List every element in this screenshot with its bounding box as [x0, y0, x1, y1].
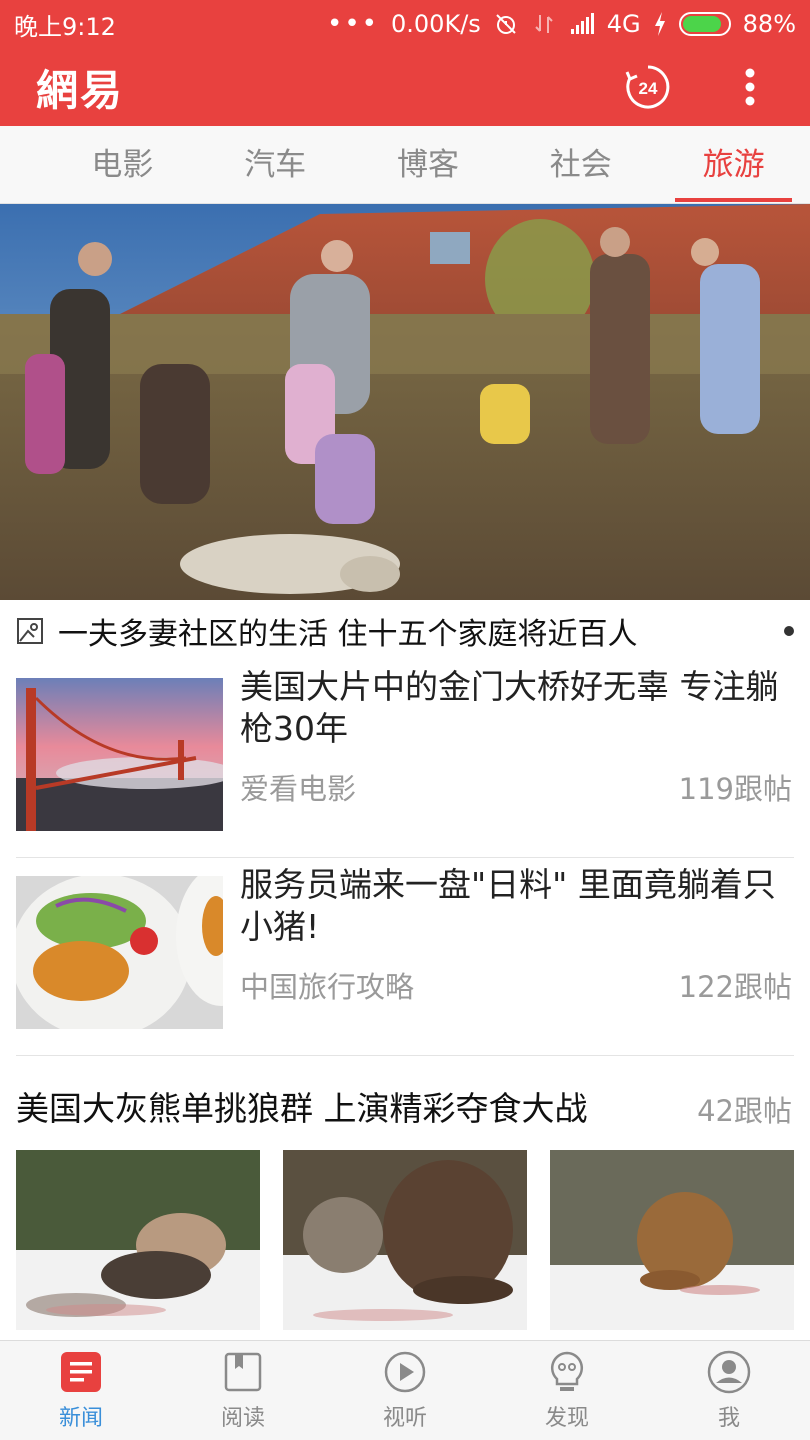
gallery-replies: 42跟帖 — [697, 1094, 792, 1128]
discover-bulb-icon — [545, 1350, 589, 1394]
nav-label: 视听 — [382, 1405, 427, 1431]
data-arrows-icon — [535, 15, 553, 33]
nav-read[interactable]: 阅读 — [162, 1341, 324, 1440]
signal-icon — [570, 13, 594, 34]
battery-percent: 88% — [742, 10, 796, 38]
news-replies: 122跟帖 — [678, 970, 792, 1004]
play-icon — [383, 1350, 427, 1394]
status-right: ••• 0.00K/s 4G 88% — [327, 10, 796, 38]
tab-society[interactable]: 社会 — [504, 126, 657, 204]
more-vertical-icon — [745, 68, 755, 106]
live-badge-text: 24 — [639, 79, 658, 98]
gallery-photo[interactable] — [16, 1150, 260, 1330]
tab-movie[interactable]: 电影 — [46, 126, 199, 204]
24h-clock-icon: 24 — [625, 65, 670, 109]
network-type: 4G — [606, 10, 641, 38]
battery-level — [682, 16, 721, 32]
gallery-title[interactable]: 美国大灰熊单挑狼群 上演精彩夺食大战 — [16, 1082, 588, 1130]
nav-discover[interactable]: 发现 — [486, 1341, 648, 1440]
network-speed: 0.00K/s — [391, 10, 481, 38]
tab-travel[interactable]: 旅游 — [657, 126, 810, 204]
category-tabs: 电影 汽车 博客 社会 旅游 — [0, 126, 810, 204]
nav-label: 发现 — [544, 1405, 589, 1431]
nav-news[interactable]: 新闻 — [0, 1341, 162, 1440]
carousel-indicator — [784, 626, 794, 636]
battery-icon — [678, 12, 731, 36]
read-icon — [221, 1350, 265, 1394]
gallery-photo[interactable] — [283, 1150, 527, 1330]
news-replies: 119跟帖 — [678, 772, 792, 806]
status-bar: 晚上9:12 ••• 0.00K/s 4G 88% — [0, 0, 810, 48]
bottom-nav: 新闻 阅读 视听 发现 我 — [0, 1340, 810, 1440]
news-thumbnail — [16, 678, 223, 831]
charging-icon — [654, 12, 665, 36]
nav-label: 阅读 — [220, 1405, 265, 1431]
news-title: 服务员端来一盘"日料" 里面竟躺着只小猪! — [240, 865, 776, 946]
news-source: 中国旅行攻略 — [240, 970, 415, 1004]
news-item[interactable]: 美国大片中的金门大桥好无辜 专注躺枪30年 爱看电影 119跟帖 — [16, 660, 794, 858]
24h-clock-button[interactable]: 24 — [624, 63, 672, 111]
nav-media[interactable]: 视听 — [324, 1341, 486, 1440]
gallery-image-icon — [17, 618, 43, 644]
news-source: 爱看电影 — [240, 772, 357, 806]
status-dots: ••• — [327, 9, 380, 39]
news-item[interactable]: 服务员端来一盘"日料" 里面竟躺着只小猪! 中国旅行攻略 122跟帖 — [16, 858, 794, 1056]
hero-caption-text: 一夫多妻社区的生活 住十五个家庭将近百人 — [58, 617, 638, 652]
news-thumbnail — [16, 876, 223, 1029]
hero-caption[interactable]: 一夫多妻社区的生活 住十五个家庭将近百人 — [0, 600, 810, 662]
tab-blog[interactable]: 博客 — [352, 126, 505, 204]
alarm-off-icon — [496, 14, 516, 34]
nav-me[interactable]: 我 — [648, 1341, 810, 1440]
profile-icon — [707, 1350, 751, 1394]
status-time: 晚上9:12 — [14, 12, 116, 41]
gallery-photo[interactable] — [550, 1150, 794, 1330]
hero-photo — [0, 204, 810, 600]
app-logo: 網易 — [36, 65, 125, 115]
nav-label: 新闻 — [58, 1405, 103, 1431]
more-menu-button[interactable] — [726, 63, 774, 111]
app-header: 網易 24 — [0, 48, 810, 126]
tab-auto[interactable]: 汽车 — [199, 126, 352, 204]
header-actions: 24 — [624, 63, 774, 111]
news-title: 美国大片中的金门大桥好无辜 专注躺枪30年 — [240, 667, 779, 748]
hero-image[interactable] — [0, 204, 810, 600]
nav-label: 我 — [717, 1405, 740, 1431]
news-icon — [59, 1350, 103, 1394]
